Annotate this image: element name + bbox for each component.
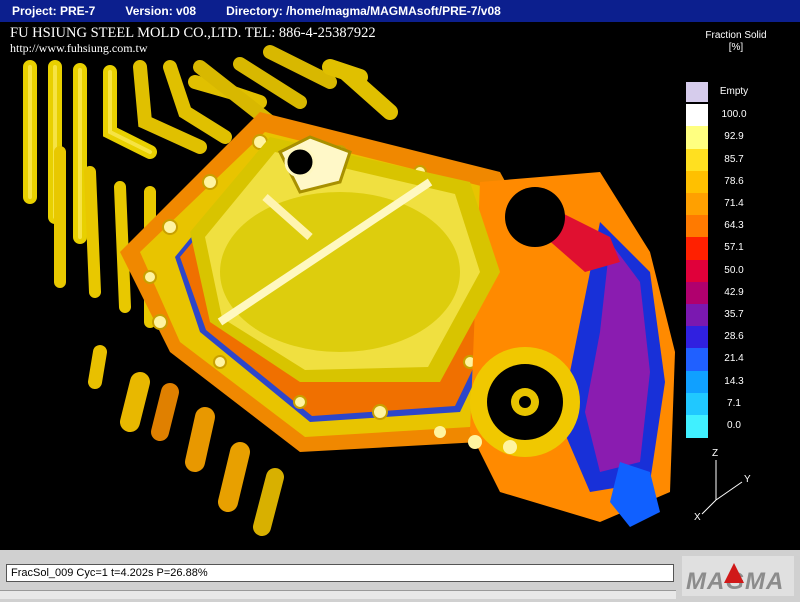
title-bar: Project: PRE-7 Version: v08 Directory: /…: [0, 0, 800, 22]
legend-swatch: [686, 370, 708, 394]
legend-swatch: [686, 215, 708, 238]
company-url: http://www.fuhsiung.com.tw: [10, 41, 148, 55]
legend-swatch: [686, 415, 708, 438]
axis-triad: Z Y X: [694, 448, 751, 522]
status-bar: FracSol_009 Cyc=1 t=4.202s P=26.88% MAGM…: [0, 550, 800, 602]
legend-swatch: [686, 104, 708, 127]
legend-swatch: [686, 348, 708, 372]
casting-render: [23, 45, 675, 536]
axis-x-label: X: [694, 512, 701, 522]
simulation-viewport[interactable]: FU HSIUNG STEEL MOLD CO.,LTD. TEL: 886-4…: [0, 22, 800, 550]
legend-swatch: [686, 392, 708, 416]
legend-swatch: [686, 148, 708, 172]
axis-y-label: Y: [744, 474, 751, 485]
directory-label: Directory: /home/magma/MAGMAsoft/PRE-7/v…: [226, 4, 501, 18]
fraction-solid-legend: Fraction Solid [%] Empty 100.0 92.9 85.7 78.…: [682, 28, 790, 488]
legend-label: Empty: [719, 86, 749, 97]
legend-label: 71.4: [724, 198, 744, 209]
legend-label: 100.0: [721, 109, 747, 121]
legend-swatch: [686, 326, 708, 349]
legend-label: 7.1: [727, 397, 741, 409]
legend-swatch: [686, 304, 708, 327]
legend-label: 35.7: [724, 309, 744, 320]
magma-window: Project: PRE-7 Version: v08 Directory: /…: [0, 0, 800, 602]
logo-mark-icon: [724, 563, 744, 583]
legend-label: 64.3: [724, 220, 744, 232]
legend-swatch: [686, 126, 708, 150]
legend-label: 85.7: [724, 153, 744, 165]
project-label: Project: PRE-7: [12, 4, 96, 18]
legend-swatch: [686, 281, 708, 305]
legend-label: 0.0: [727, 420, 741, 431]
legend-title-line2: [%]: [728, 42, 744, 53]
legend-swatch: [686, 170, 708, 194]
legend-label: 28.6: [724, 331, 744, 343]
magma-logo: MAGMA: [682, 556, 794, 596]
support-arm: [470, 172, 675, 527]
legend-label: 50.0: [724, 264, 744, 276]
legend-swatch: [686, 82, 708, 102]
status-field: FracSol_009 Cyc=1 t=4.202s P=26.88%: [6, 564, 674, 582]
bottom-strip: [0, 590, 676, 599]
legend-swatch: [686, 193, 708, 216]
axis-z-label: Z: [712, 448, 718, 459]
legend-label: 14.3: [724, 375, 744, 387]
company-watermark: FU HSIUNG STEEL MOLD CO.,LTD. TEL: 886-4…: [10, 26, 376, 56]
legend-title-line1: Fraction Solid: [705, 30, 767, 41]
legend-swatch: [686, 237, 708, 261]
legend-label: 57.1: [724, 242, 744, 254]
legend-swatch: [686, 259, 708, 283]
legend-label: 42.9: [724, 286, 744, 298]
legend-label: 92.9: [724, 131, 744, 143]
legend-label: 21.4: [724, 353, 744, 365]
company-line: FU HSIUNG STEEL MOLD CO.,LTD. TEL: 886-4…: [10, 25, 376, 41]
legend-label: 78.6: [724, 175, 744, 187]
legend-title: Fraction Solid [%]: [682, 30, 790, 54]
version-label: Version: v08: [125, 4, 197, 18]
